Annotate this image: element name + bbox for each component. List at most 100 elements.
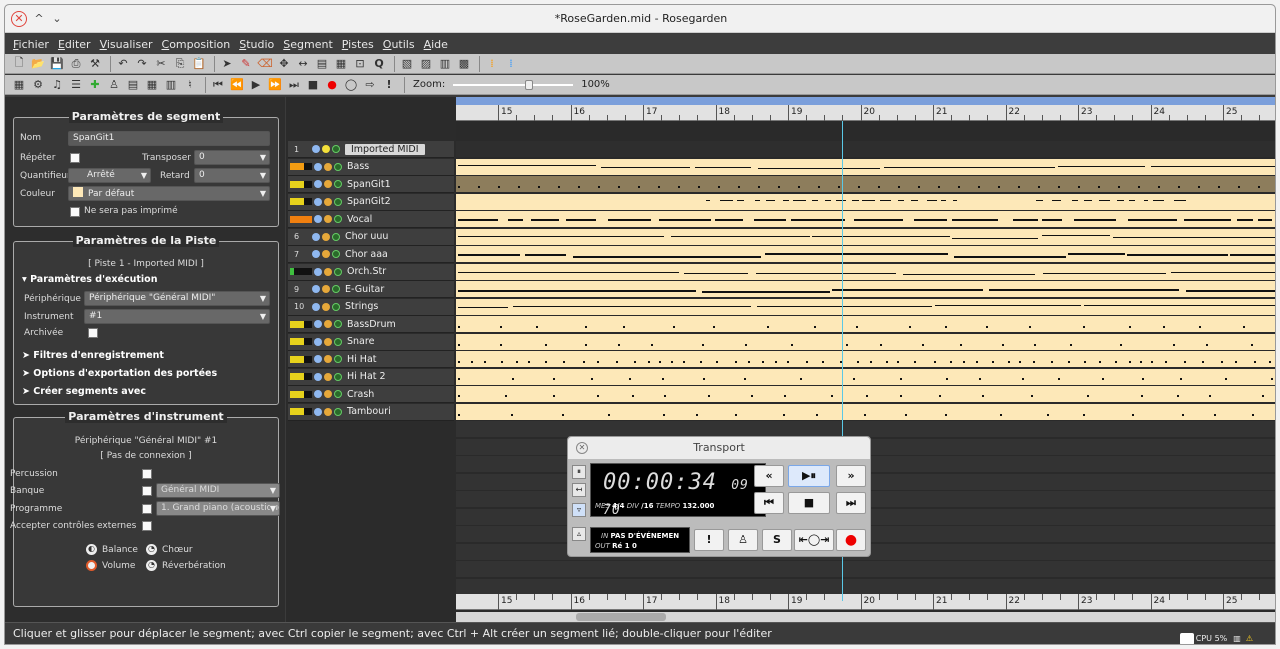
solo-led-icon[interactable] [332, 250, 340, 258]
record-icon[interactable]: ● [324, 77, 340, 93]
segment[interactable] [456, 281, 1275, 298]
rewind-icon[interactable]: ⏪ [229, 77, 245, 93]
percussion-checkbox[interactable] [142, 469, 152, 479]
markers-icon[interactable]: ♮ [182, 77, 198, 93]
mute-led-icon[interactable] [314, 355, 322, 363]
mute-led-icon[interactable] [314, 407, 322, 416]
external-controls-checkbox[interactable] [142, 521, 152, 531]
record-led-icon[interactable] [324, 337, 332, 346]
menu-aide[interactable]: Aide [424, 38, 448, 51]
loop-ruler[interactable] [456, 97, 1275, 105]
horizontal-scrollbar[interactable] [456, 612, 1275, 622]
panic-button[interactable]: ! [694, 529, 724, 551]
track-row[interactable]: 1 Imported MIDI [288, 141, 454, 158]
segment[interactable] [456, 158, 1275, 176]
solo-led-icon[interactable] [334, 180, 342, 188]
join-icon[interactable]: ▦ [333, 56, 349, 72]
collapse-icon[interactable]: ▵ [572, 527, 586, 541]
rewind-start-button[interactable]: ⏮ [754, 492, 784, 514]
track-row[interactable]: BassDrum [288, 316, 454, 333]
percussion-editor-icon[interactable]: ▨ [418, 56, 434, 72]
studio-icon[interactable]: ⚙ [30, 77, 46, 93]
track-row[interactable]: Bass [288, 158, 454, 176]
empty-lane[interactable] [456, 578, 1275, 596]
copy-icon[interactable]: ⎘ [172, 56, 188, 72]
instrument-select[interactable]: #1 ▼ [84, 309, 270, 324]
solo-led-icon[interactable] [332, 302, 340, 311]
bank-select[interactable]: Général MIDI ▼ [156, 483, 280, 498]
menu-studio[interactable]: Studio [239, 38, 274, 51]
quantize-select[interactable]: Arrêté ▼ [68, 168, 151, 183]
empty-lane[interactable] [456, 561, 1275, 578]
music-note-icon[interactable]: ♫ [49, 77, 65, 93]
scroll-icon[interactable]: ⇨ [362, 77, 378, 93]
mute-led-icon[interactable] [312, 145, 320, 153]
keyboard-icon[interactable]: ▥ [163, 77, 179, 93]
segment[interactable] [456, 246, 1275, 263]
solo-led-icon[interactable] [334, 197, 342, 206]
menu-outils[interactable]: Outils [383, 38, 415, 51]
pencil-icon[interactable]: ✎ [238, 56, 254, 72]
mute-led-icon[interactable] [314, 180, 322, 188]
record-filters-toggle[interactable]: ➤ Filtres d'enregistrement [22, 350, 164, 361]
menu-editer[interactable]: Editer [58, 38, 91, 51]
segment[interactable] [456, 386, 1275, 403]
staff-export-toggle[interactable]: ➤ Options d'exportation des portées [22, 368, 217, 379]
new-file-icon[interactable]: 🗋 [11, 56, 27, 72]
mute-led-icon[interactable] [312, 250, 320, 258]
execution-section-toggle[interactable]: ▾ Paramètres d'exécution [22, 274, 157, 285]
mute-led-icon[interactable] [314, 320, 322, 328]
notation-editor-icon[interactable]: ▥ [437, 56, 453, 72]
mute-led-icon[interactable] [312, 285, 320, 293]
reverb-knob-icon[interactable]: ◔ [146, 560, 157, 571]
segment[interactable] [456, 316, 1275, 333]
mute-led-icon[interactable] [314, 197, 322, 206]
eraser-icon[interactable]: ⌫ [257, 56, 273, 72]
mute-led-icon[interactable] [314, 267, 322, 276]
volume-knob-icon[interactable] [86, 560, 97, 571]
bank-editor-icon[interactable]: ▤ [125, 77, 141, 93]
repeat-checkbox[interactable] [70, 153, 80, 163]
record-led-icon[interactable] [322, 145, 330, 153]
panic-icon[interactable]: ! [381, 77, 397, 93]
solo-button[interactable]: S [762, 529, 792, 551]
track-row[interactable]: SpanGit2 [288, 193, 454, 211]
transpose-select[interactable]: 0 ▼ [194, 150, 270, 165]
back-small-icon[interactable]: ↤ [572, 483, 586, 497]
segment[interactable] [456, 403, 1275, 421]
record-led-icon[interactable] [324, 355, 332, 363]
record-led-icon[interactable] [324, 372, 332, 381]
loop-button[interactable]: ⇤◯⇥ [794, 529, 834, 551]
solo-led-icon[interactable] [334, 337, 342, 346]
record-led-icon[interactable] [324, 215, 332, 223]
menu-segment[interactable]: Segment [283, 38, 333, 51]
record-led-icon[interactable] [324, 407, 332, 416]
bar-ruler-top[interactable]: 15 16 17 18 19 20 21 22 23 24 25 [456, 105, 1275, 121]
solo-led-icon[interactable] [334, 372, 342, 381]
segment[interactable] [456, 263, 1275, 281]
segment[interactable] [456, 368, 1275, 386]
record-led-icon[interactable] [324, 267, 332, 276]
record-led-icon[interactable] [322, 250, 330, 258]
mute-led-icon[interactable] [314, 372, 322, 381]
record-led-icon[interactable] [324, 197, 332, 206]
metronome-button[interactable]: ♙ [728, 529, 758, 551]
track-row[interactable]: 9 E-Guitar [288, 281, 454, 298]
cut-icon[interactable]: ✂ [153, 56, 169, 72]
solo-led-icon[interactable] [332, 285, 340, 293]
rewind-start-icon[interactable]: ⏮ [210, 77, 226, 93]
chorus-knob-icon[interactable]: ◔ [146, 544, 157, 555]
solo-led-icon[interactable] [334, 162, 342, 171]
segment[interactable] [456, 351, 1275, 368]
expand-icon[interactable]: ▿ [572, 503, 586, 517]
play-icon[interactable]: ▶ [248, 77, 264, 93]
track-row[interactable]: Tambouri [288, 403, 454, 421]
track-row[interactable]: SpanGit1 [288, 176, 454, 193]
mute-led-icon[interactable] [314, 215, 322, 223]
scrollbar-thumb[interactable] [576, 613, 666, 621]
quantize-icon[interactable]: Q [371, 56, 387, 72]
zoom-slider[interactable] [453, 79, 574, 90]
loop-icon[interactable]: ◯ [343, 77, 359, 93]
record-led-icon[interactable] [324, 180, 332, 188]
record-led-icon[interactable] [322, 232, 330, 241]
